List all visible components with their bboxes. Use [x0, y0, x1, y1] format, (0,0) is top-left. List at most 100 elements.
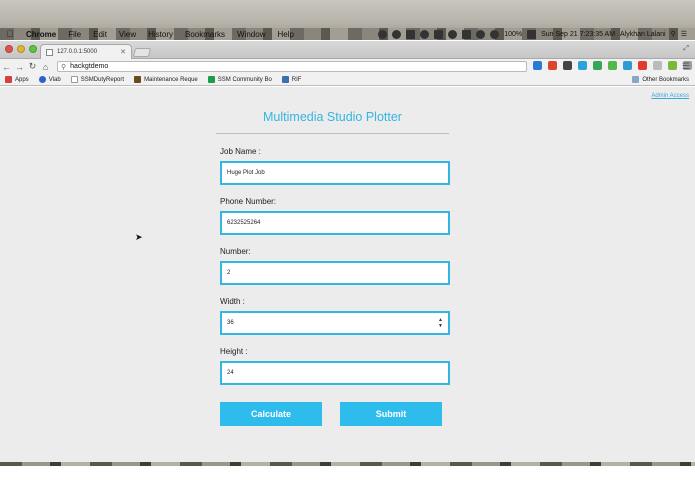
bookmark-label: SSMDutyReport: [80, 76, 125, 83]
apps-icon: [5, 76, 12, 83]
admin-access-link[interactable]: Admin Access: [651, 93, 689, 99]
zoom-window-icon[interactable]: [29, 45, 37, 53]
extension-icon[interactable]: [623, 61, 632, 70]
number-value: 2: [227, 270, 231, 276]
new-tab-button[interactable]: [132, 48, 152, 57]
bookmark-label: Maintenance Reque: [144, 76, 198, 83]
phone-number-label: Phone Number:: [220, 197, 277, 206]
battery-percent[interactable]: 100%: [504, 31, 522, 38]
extension-icon[interactable]: [563, 61, 572, 70]
extension-icons: [533, 61, 692, 70]
maintenance-icon: [134, 76, 142, 83]
bookmark-rif[interactable]: RIF: [277, 76, 307, 83]
battery-icon[interactable]: [527, 29, 537, 39]
extension-icon[interactable]: [638, 61, 647, 70]
extension-icon[interactable]: [608, 61, 617, 70]
bookmark-maintenance[interactable]: Maintenance Reque: [129, 76, 203, 83]
number-input[interactable]: 2: [220, 261, 450, 285]
menu-window[interactable]: Window: [231, 30, 271, 39]
extension-icon[interactable]: [533, 61, 542, 70]
job-name-input[interactable]: Huge Plot Job: [220, 161, 450, 185]
apple-icon[interactable]: : [0, 29, 20, 39]
title-divider: [216, 133, 449, 134]
bluetooth-icon[interactable]: [476, 29, 486, 39]
phone-number-input[interactable]: 6232525264: [220, 211, 450, 235]
search-icon: ⚲: [61, 63, 67, 71]
menu-app-chrome[interactable]: Chrome: [20, 30, 62, 39]
bookmark-ssm-community[interactable]: SSM Community Bo: [203, 76, 277, 83]
window-controls: [5, 45, 37, 53]
tray-app-icon[interactable]: [378, 29, 388, 39]
page-icon: [70, 76, 78, 83]
reload-icon[interactable]: ↻: [26, 61, 39, 72]
wifi-icon[interactable]: [490, 29, 500, 39]
bookmark-label: RIF: [291, 76, 302, 83]
calculate-button[interactable]: Calculate: [220, 402, 322, 426]
phone-number-value: 6232525264: [227, 220, 261, 226]
extension-icon[interactable]: [668, 61, 677, 70]
airplay-icon[interactable]: [462, 29, 472, 39]
forward-icon[interactable]: →: [13, 62, 26, 72]
bookmark-ssmdutyreport[interactable]: SSMDutyReport: [66, 76, 129, 83]
menubar-clock[interactable]: Sun Sep 21 7:23:35 AM: [541, 31, 615, 38]
bookmark-label: Apps: [15, 76, 29, 83]
bookmark-vlab[interactable]: Vlab: [34, 76, 66, 83]
page-favicon-icon: [46, 48, 53, 56]
page-content: Admin Access Multimedia Studio Plotter J…: [0, 87, 695, 462]
browser-toolbar: ← → ↻ ⌂ ⚲ hackgtdemo ☰: [0, 59, 695, 74]
extension-icon[interactable]: [593, 61, 602, 70]
tab-close-icon[interactable]: ✕: [120, 48, 126, 56]
tab-title: 127.0.0.1:5000: [57, 49, 98, 55]
menubar-user[interactable]: Alykhan Lalani: [620, 31, 666, 38]
browser-tab[interactable]: 127.0.0.1:5000 ✕: [40, 44, 132, 59]
tray-app-icon[interactable]: [434, 29, 444, 39]
page-title: Multimedia Studio Plotter: [263, 110, 402, 124]
menu-bookmarks[interactable]: Bookmarks: [179, 30, 231, 39]
time-machine-icon[interactable]: [448, 29, 458, 39]
menu-edit[interactable]: Edit: [87, 30, 113, 39]
back-icon[interactable]: ←: [0, 62, 13, 72]
select-arrows-icon: ▲ ▼: [438, 317, 443, 329]
bookmark-label: SSM Community Bo: [217, 76, 272, 83]
address-text[interactable]: hackgtdemo: [70, 63, 108, 70]
number-label: Number:: [220, 247, 251, 256]
extension-icon[interactable]: [578, 61, 587, 70]
extension-icon[interactable]: [653, 61, 662, 70]
rif-icon: [281, 76, 289, 83]
menu-view[interactable]: View: [113, 30, 142, 39]
tray-app-icon[interactable]: [420, 29, 430, 39]
tray-app-icon[interactable]: [392, 29, 402, 39]
height-value: 24: [227, 370, 234, 376]
notification-center-icon[interactable]: ☰: [681, 30, 687, 38]
fullscreen-icon[interactable]: ⤢: [683, 45, 689, 53]
height-input[interactable]: 24: [220, 361, 450, 385]
desktop-wallpaper-bottom: [0, 462, 695, 494]
menu-history[interactable]: History: [142, 30, 179, 39]
menu-file[interactable]: File: [62, 30, 87, 39]
job-name-value: Huge Plot Job: [227, 170, 265, 176]
width-select[interactable]: 36 ▲ ▼: [220, 311, 450, 335]
height-label: Height :: [220, 347, 248, 356]
extension-icon[interactable]: [548, 61, 557, 70]
sheets-icon: [207, 76, 215, 83]
menu-help[interactable]: Help: [271, 30, 299, 39]
address-bar[interactable]: ⚲ hackgtdemo: [57, 61, 527, 72]
minimize-window-icon[interactable]: [17, 45, 25, 53]
mac-menu-bar:  Chrome File Edit View History Bookmark…: [0, 0, 695, 40]
bookmark-apps[interactable]: Apps: [0, 76, 34, 83]
close-window-icon[interactable]: [5, 45, 13, 53]
chrome-menu-icon[interactable]: ☰: [682, 61, 690, 72]
mouse-cursor-icon: ➤: [135, 232, 143, 242]
home-icon[interactable]: ⌂: [39, 62, 52, 72]
wallpaper-strip: [0, 462, 695, 466]
submit-button[interactable]: Submit: [340, 402, 442, 426]
spotlight-icon[interactable]: ⚲: [671, 30, 676, 38]
status-tray: 100% Sun Sep 21 7:23:35 AM Alykhan Lalan…: [378, 29, 695, 39]
other-bookmarks-label: Other Bookmarks: [642, 76, 689, 83]
bookmark-label: Vlab: [48, 76, 61, 83]
job-name-label: Job Name :: [220, 147, 261, 156]
browser-tab-bar: 127.0.0.1:5000 ✕ ⤢: [0, 41, 695, 59]
bookmarks-bar: Apps Vlab SSMDutyReport Maintenance Requ…: [0, 74, 695, 86]
other-bookmarks[interactable]: Other Bookmarks: [627, 76, 695, 83]
tray-app-icon[interactable]: [406, 29, 416, 39]
